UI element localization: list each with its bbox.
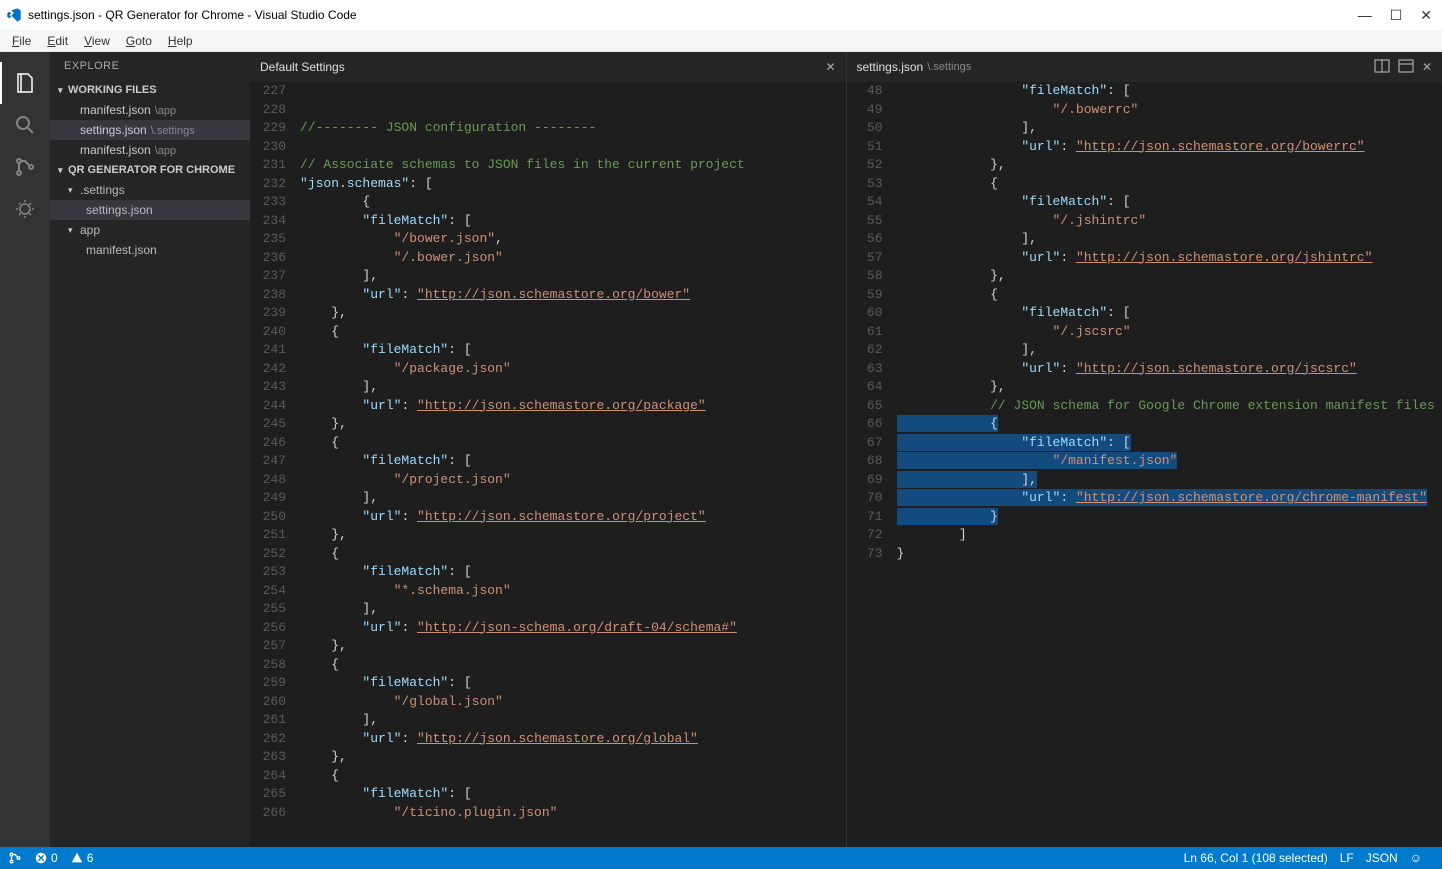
errors-status[interactable]: 0 xyxy=(34,851,58,865)
title-bar: settings.json - QR Generator for Chrome … xyxy=(0,0,1442,30)
working-file[interactable]: manifest.json\app xyxy=(50,100,250,120)
menu-edit[interactable]: Edit xyxy=(39,32,76,50)
more-actions-button[interactable] xyxy=(1398,58,1414,77)
left-gutter: 2272282292302312322332342352362372382392… xyxy=(250,82,300,847)
files-icon[interactable] xyxy=(0,62,50,104)
left-editor-pane: Default Settings ✕ 227228229230231232233… xyxy=(250,52,847,847)
vscode-logo-icon xyxy=(6,7,22,23)
menu-file[interactable]: File xyxy=(4,32,39,50)
left-tab-row: Default Settings ✕ xyxy=(250,52,846,82)
menu-goto[interactable]: Goto xyxy=(118,32,160,50)
minimize-button[interactable]: — xyxy=(1358,7,1372,24)
main-area: EXPLORE ▾ WORKING FILESmanifest.json\app… xyxy=(0,52,1442,847)
section-header[interactable]: ▾ WORKING FILES xyxy=(50,80,250,100)
search-icon[interactable] xyxy=(0,104,50,146)
working-file[interactable]: settings.json\.settings xyxy=(50,120,250,140)
debug-icon[interactable] xyxy=(0,188,50,230)
eol-indicator[interactable]: LF xyxy=(1340,851,1354,865)
right-tab-title[interactable]: settings.json xyxy=(857,60,924,74)
errors-count: 0 xyxy=(51,851,58,865)
working-file[interactable]: manifest.json\app xyxy=(50,140,250,160)
close-button[interactable]: ✕ xyxy=(1420,7,1432,24)
window-title: settings.json - QR Generator for Chrome … xyxy=(28,8,1358,22)
cursor-position[interactable]: Ln 66, Col 1 (108 selected) xyxy=(1184,851,1328,865)
warnings-status[interactable]: 6 xyxy=(70,851,94,865)
language-mode[interactable]: JSON xyxy=(1366,851,1398,865)
editor-group: Default Settings ✕ 227228229230231232233… xyxy=(250,52,1442,847)
menu-view[interactable]: View xyxy=(76,32,118,50)
section-header[interactable]: ▾ QR GENERATOR FOR CHROME xyxy=(50,160,250,180)
warnings-count: 6 xyxy=(87,851,94,865)
close-tab-button[interactable]: ✕ xyxy=(1422,60,1432,74)
right-code-area[interactable]: 4849505152535455565758596061626364656667… xyxy=(847,82,1442,847)
explorer-sidebar: EXPLORE ▾ WORKING FILESmanifest.json\app… xyxy=(50,52,250,847)
folder-item[interactable]: ▾ .settings xyxy=(50,180,250,200)
file-item[interactable]: settings.json xyxy=(50,200,250,220)
right-tab-row: settings.json \.settings ✕ xyxy=(847,52,1442,82)
activity-bar xyxy=(0,52,50,847)
sidebar-title: EXPLORE xyxy=(50,52,250,80)
menu-help[interactable]: Help xyxy=(160,32,201,50)
right-code[interactable]: "fileMatch": [ "/.bowerrc" ], "url": "ht… xyxy=(897,82,1442,847)
left-tab-title[interactable]: Default Settings xyxy=(260,60,345,74)
close-tab-button[interactable]: ✕ xyxy=(825,60,835,74)
git-icon[interactable] xyxy=(0,146,50,188)
feedback-icon[interactable]: ☺ xyxy=(1410,851,1422,865)
file-item[interactable]: manifest.json xyxy=(50,240,250,260)
menu-bar: FileEditViewGotoHelp xyxy=(0,30,1442,52)
git-status[interactable] xyxy=(8,851,22,865)
status-bar: 0 6 Ln 66, Col 1 (108 selected) LF JSON … xyxy=(0,847,1442,869)
window-controls: — ☐ ✕ xyxy=(1358,7,1436,24)
maximize-button[interactable]: ☐ xyxy=(1390,7,1403,24)
left-code-area[interactable]: 2272282292302312322332342352362372382392… xyxy=(250,82,846,847)
folder-item[interactable]: ▾ app xyxy=(50,220,250,240)
right-editor-pane: settings.json \.settings ✕ 4849505152535… xyxy=(847,52,1442,847)
right-tab-path: \.settings xyxy=(927,61,971,73)
right-gutter: 4849505152535455565758596061626364656667… xyxy=(847,82,897,847)
left-code[interactable]: //-------- JSON configuration -------- /… xyxy=(300,82,846,847)
split-editor-button[interactable] xyxy=(1374,58,1390,77)
